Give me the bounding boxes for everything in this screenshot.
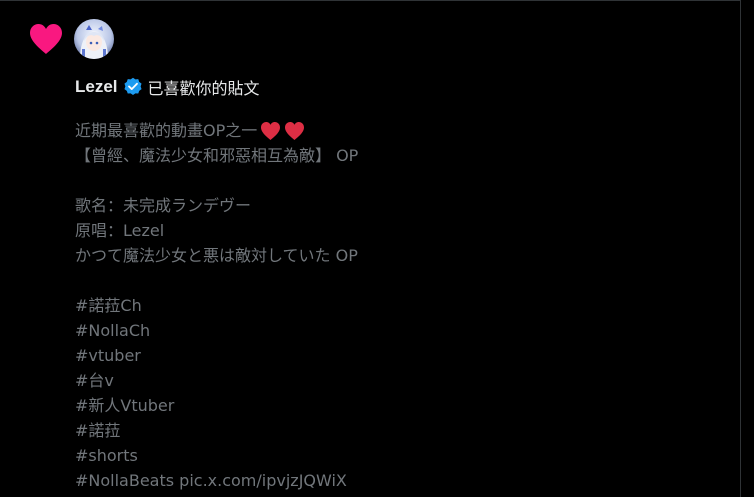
post-line: 近期最喜歡的動畫OP之一: [75, 118, 725, 143]
red-heart-emoji-icon: [285, 121, 305, 140]
post-text: 近期最喜歡的動畫OP之一: [75, 121, 258, 140]
post-line: かつて魔法少女と悪は敵対していた OP: [75, 246, 358, 265]
post-line: 【曾經、魔法少女和邪惡相互為敵】 OP: [75, 146, 359, 165]
hashtag-link[interactable]: #shorts: [75, 443, 725, 468]
red-heart-emoji-icon: [261, 121, 281, 140]
hashtag-link[interactable]: #NollaCh: [75, 318, 725, 343]
hashtag-link[interactable]: #vtuber: [75, 343, 725, 368]
post-body[interactable]: 近期最喜歡的動畫OP之一 【曾經、魔法少女和邪惡相互為敵】 OP 歌名：未完成ラ…: [75, 118, 725, 493]
post-line-blank: [75, 168, 725, 193]
scrollbar-track[interactable]: [742, 0, 754, 497]
hashtag-link[interactable]: #新人Vtuber: [75, 393, 725, 418]
hashtag-link[interactable]: #台v: [75, 368, 725, 393]
hashtag-link[interactable]: #諾菈: [75, 418, 725, 443]
notification-action-text: 已喜歡你的貼文: [147, 79, 260, 98]
heart-icon: [30, 24, 62, 54]
verified-badge-icon: [123, 77, 142, 95]
user-name-link[interactable]: Lezel: [75, 77, 118, 97]
post-line: 原唱：Lezel: [75, 221, 165, 240]
user-avatar[interactable]: [74, 19, 114, 59]
hashtag-and-media-link[interactable]: #NollaBeats pic.x.com/ipvjzJQWiX: [75, 468, 725, 493]
post-line-blank: [75, 268, 725, 293]
hashtag-link[interactable]: #諾菈Ch: [75, 293, 725, 318]
notification-card[interactable]: Lezel 已喜歡你的貼文 近期最喜歡的動畫OP之一 【曾經、魔法少女和邪惡相互…: [0, 0, 741, 497]
avatar-image: [74, 19, 114, 59]
notification-headline: Lezel 已喜歡你的貼文: [75, 76, 260, 98]
post-line: 歌名：未完成ランデヴー: [75, 196, 252, 215]
